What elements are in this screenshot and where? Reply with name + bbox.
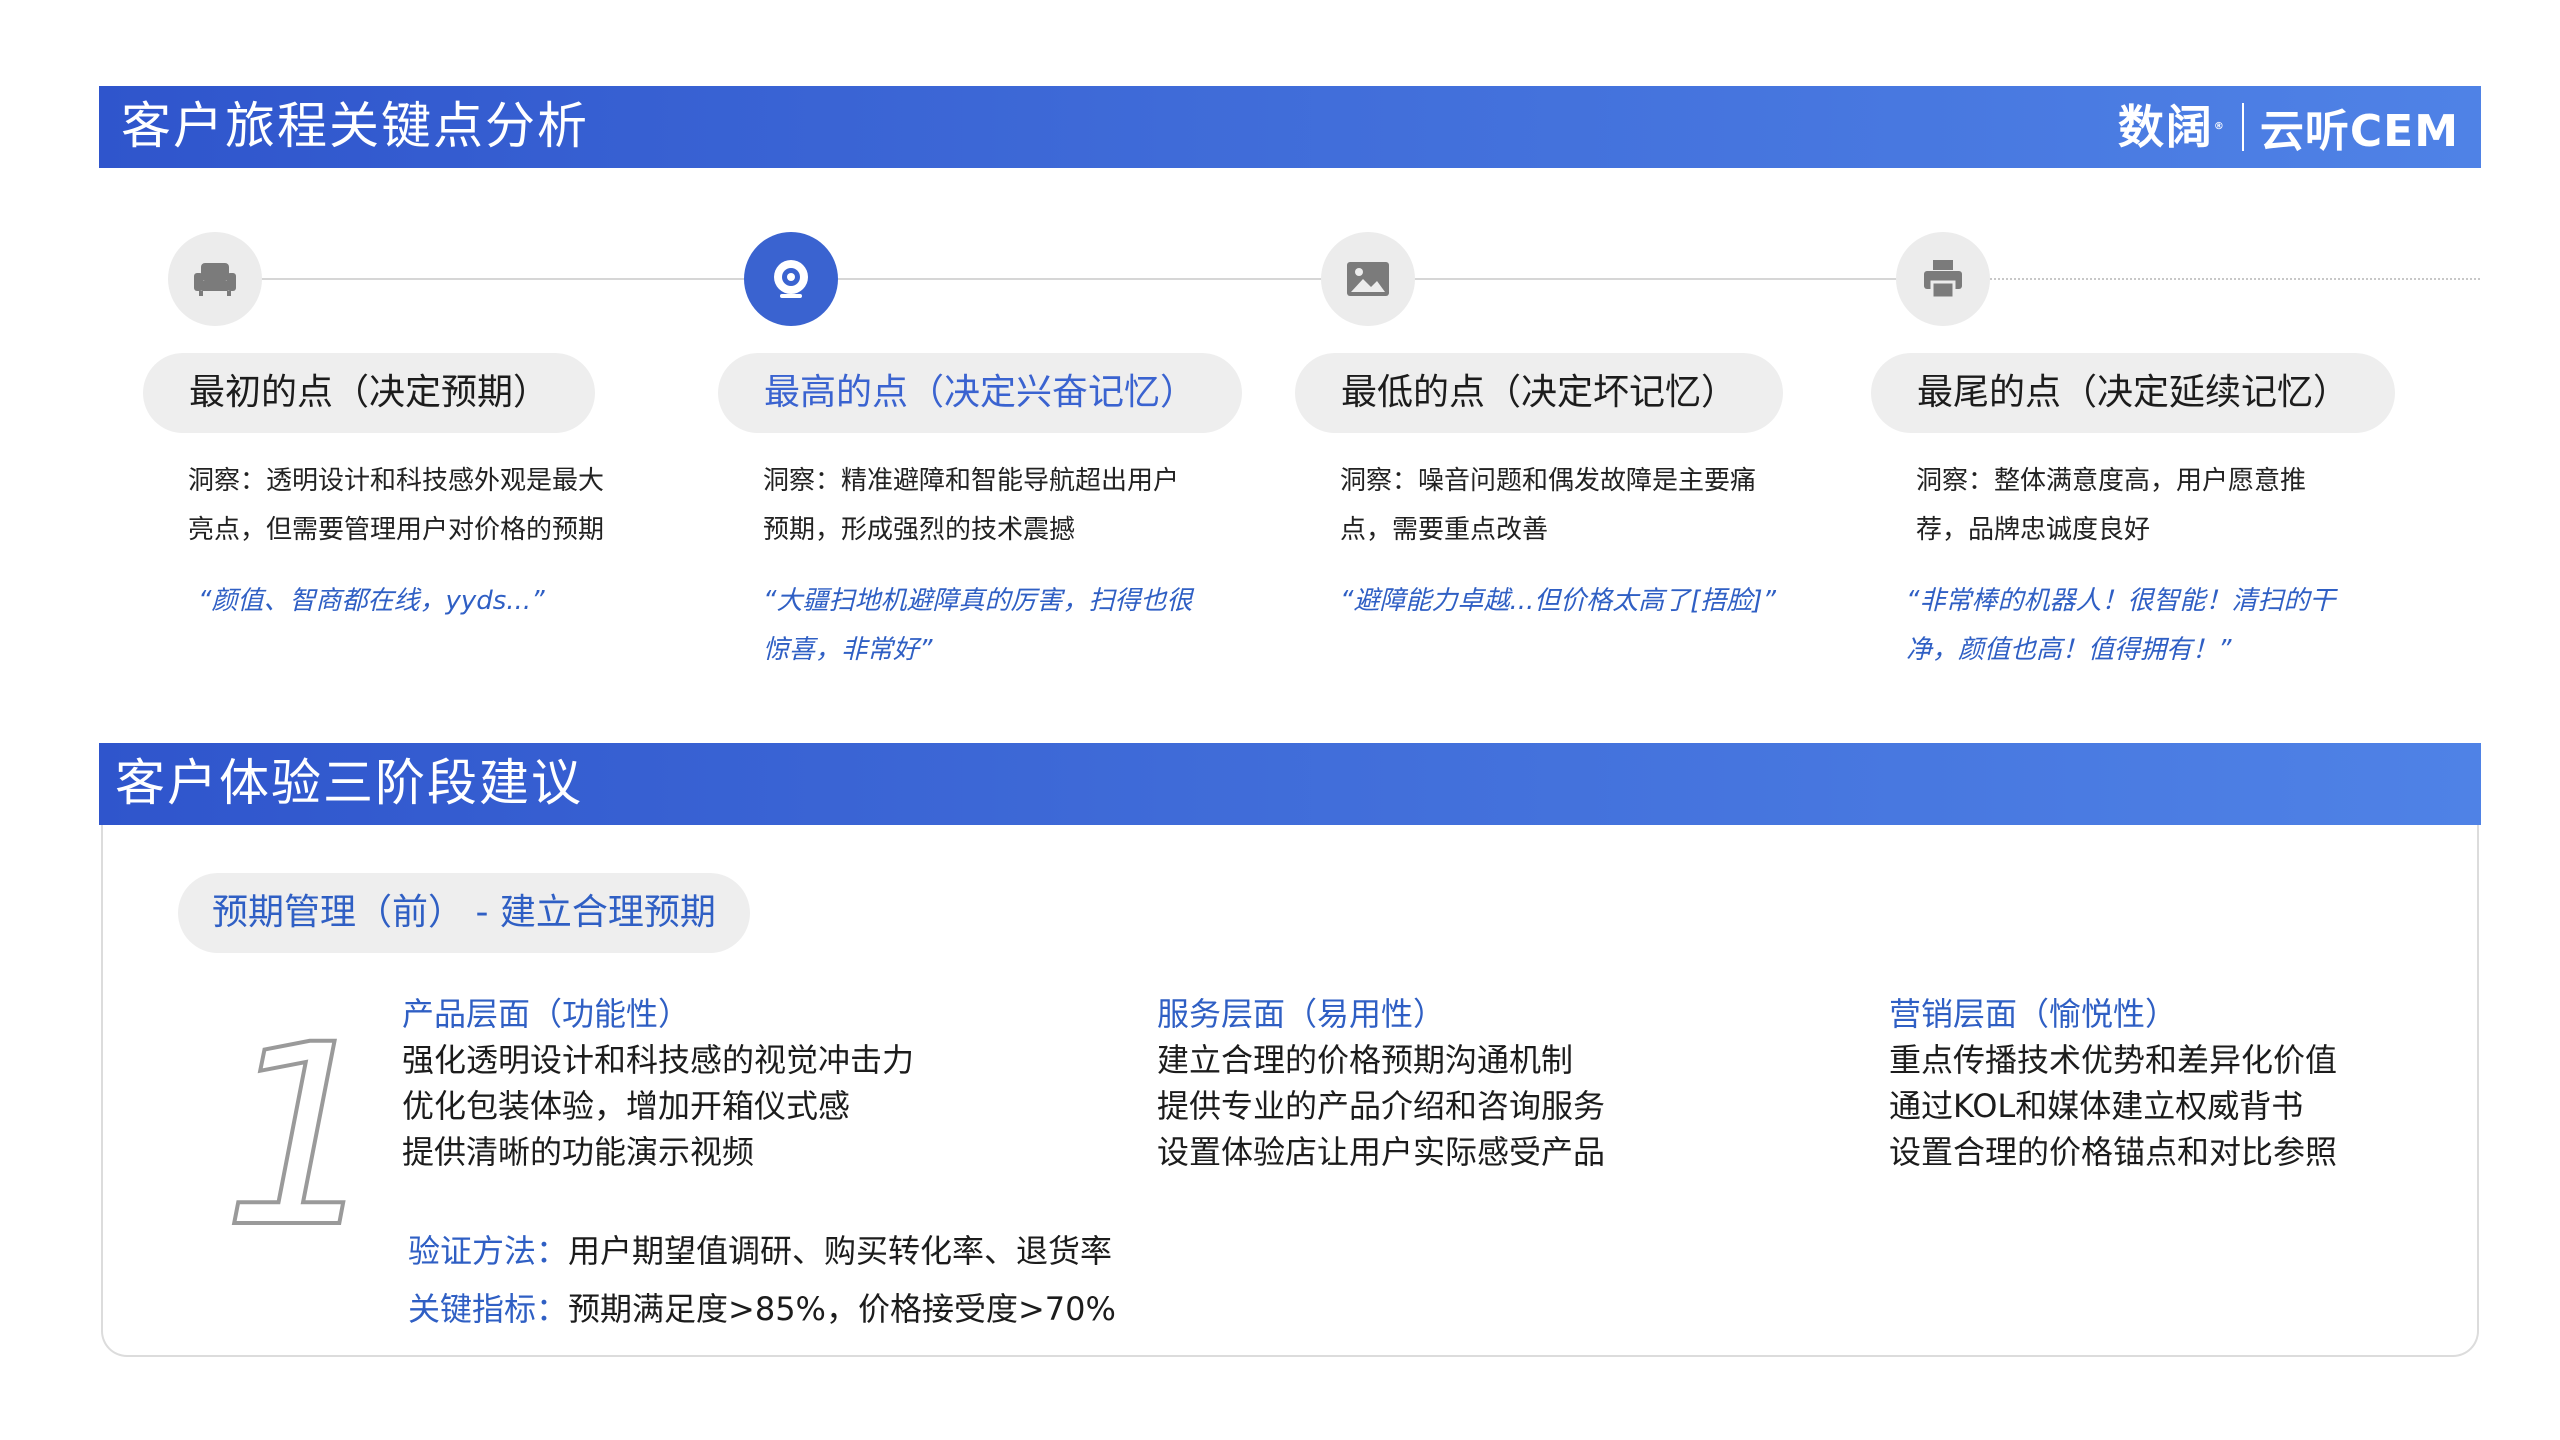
journey-quote: “颜值、智商都在线，yyds...”	[198, 586, 545, 616]
column-heading: 营销层面（愉悦性）	[1889, 995, 2178, 1033]
validation-method-value: 用户期望值调研、购买转化率、退货率	[568, 1232, 1113, 1270]
printer-icon	[1924, 260, 1962, 300]
column-item: 设置体验店让用户实际感受产品	[1157, 1133, 1606, 1171]
key-metrics-value: 预期满足度>85%，价格接受度>70%	[568, 1290, 1116, 1328]
column-item: 提供清晰的功能演示视频	[402, 1133, 755, 1171]
journey-insight: 洞察：噪音问题和偶发故障是主要痛点，需要重点改善	[1340, 466, 1757, 545]
suggestion-column-marketing: 营销层面（愉悦性） 重点传播技术优势和差异化价值 通过KOL和媒体建立权威背书 …	[1889, 991, 2337, 1175]
journey-insight: 洞察：精准避障和智能导航超出用户预期，形成强烈的技术震撼	[763, 466, 1180, 545]
logo-product: 云听CEM	[2259, 106, 2459, 157]
column-item: 设置合理的价格锚点和对比参照	[1889, 1133, 2338, 1171]
journey-quote: “大疆扫地机避障真的厉害，扫得也很惊喜，非常好”	[763, 586, 1193, 665]
timeline-dotted-line	[1938, 278, 2480, 280]
sofa-icon	[194, 263, 236, 296]
image-icon	[1347, 262, 1389, 296]
journey-point-label: 最高的点（决定兴奋记忆）	[718, 353, 1243, 433]
column-item: 通过KOL和媒体建立权威背书	[1889, 1087, 2304, 1125]
suggestion-column-service: 服务层面（易用性） 建立合理的价格预期沟通机制 提供专业的产品介绍和咨询服务 设…	[1157, 991, 1605, 1175]
journey-insight: 洞察：透明设计和科技感外观是最大亮点，但需要管理用户对价格的预期	[188, 466, 605, 545]
stage-label: 预期管理（前） - 建立合理预期	[178, 873, 750, 953]
section-header-journey: 客户旅程关键点分析 数阔® SKIEER 云听CEM	[99, 86, 2481, 178]
column-item: 重点传播技术优势和差异化价值	[1889, 1041, 2338, 1079]
column-item: 建立合理的价格预期沟通机制	[1157, 1041, 1574, 1079]
journey-point-label: 最低的点（决定坏记忆）	[1295, 353, 1784, 433]
step-1-icon	[168, 232, 262, 326]
key-metrics-label: 关键指标：	[408, 1290, 569, 1328]
journey-point-label: 最初的点（决定预期）	[143, 353, 596, 433]
camera-lens-icon	[774, 260, 808, 298]
suggestion-column-product: 产品层面（功能性） 强化透明设计和科技感的视觉冲击力 优化包装体验，增加开箱仪式…	[402, 991, 914, 1175]
journey-point-label: 最尾的点（决定延续记忆）	[1871, 353, 2396, 433]
column-item: 提供专业的产品介绍和咨询服务	[1157, 1087, 1606, 1125]
journey-quote: “避障能力卓越...但价格太高了[捂脸]”	[1340, 586, 1777, 616]
column-item: 优化包装体验，增加开箱仪式感	[402, 1087, 851, 1125]
key-metrics: 关键指标：预期满足度>85%，价格接受度>70%	[408, 1286, 1116, 1332]
stage-number: 1	[220, 991, 383, 1282]
step-3-icon	[1321, 232, 1415, 326]
logo-divider	[2241, 103, 2244, 151]
column-heading: 产品层面（功能性）	[402, 995, 691, 1033]
logo-brand: 数阔® SKIEER	[2117, 100, 2226, 178]
journey-quote: “非常棒的机器人！很智能！清扫的干净，颜值也高！值得拥有！”	[1906, 586, 2336, 665]
validation-method: 验证方法：用户期望值调研、购买转化率、退货率	[408, 1228, 1112, 1274]
journey-insight: 洞察：整体满意度高，用户愿意推荐，品牌忠诚度良好	[1916, 466, 2307, 545]
timeline-line	[218, 278, 1938, 280]
step-2-icon	[744, 232, 838, 326]
column-item: 强化透明设计和科技感的视觉冲击力	[402, 1041, 915, 1079]
validation-method-label: 验证方法：	[408, 1232, 569, 1270]
section-title: 客户旅程关键点分析	[121, 97, 589, 155]
step-4-icon	[1896, 232, 1990, 326]
column-heading: 服务层面（易用性）	[1157, 995, 1446, 1033]
section-header-stages: 客户体验三阶段建议	[99, 743, 2481, 825]
section-title: 客户体验三阶段建议	[115, 754, 583, 812]
brand-logo: 数阔® SKIEER 云听CEM	[2117, 98, 2459, 178]
